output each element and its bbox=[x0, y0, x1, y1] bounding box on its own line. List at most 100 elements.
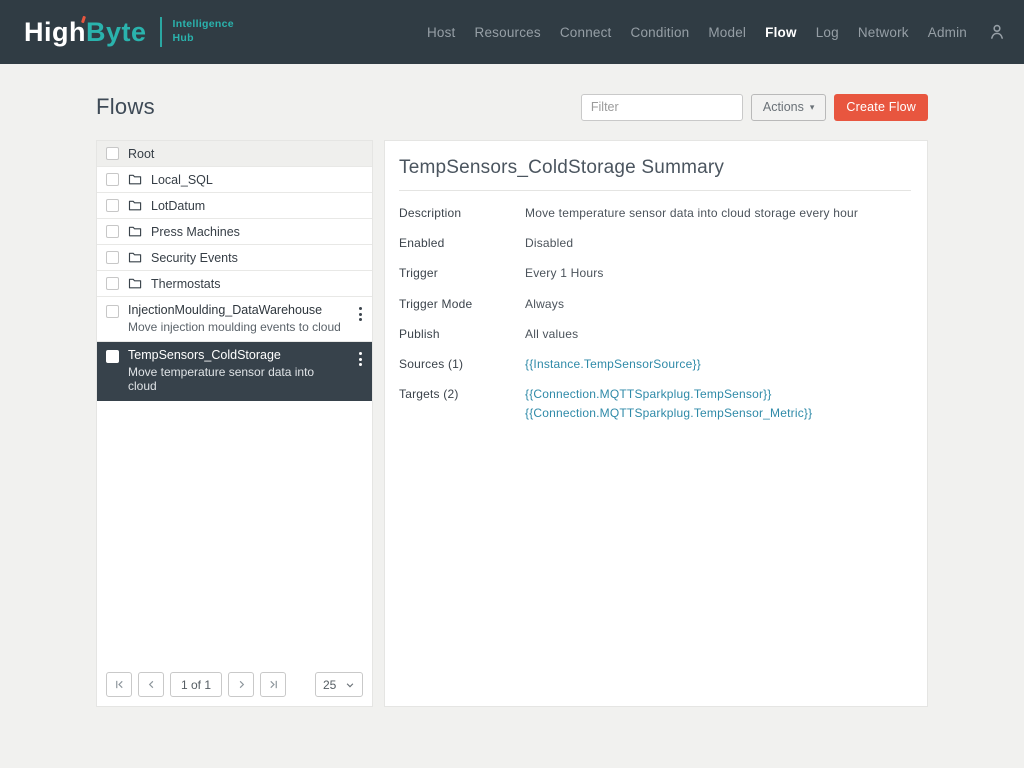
tree-row-root[interactable]: Root bbox=[97, 141, 372, 167]
top-nav: HighByte Intelligence Hub Host Resources C… bbox=[0, 0, 1024, 64]
page-indicator: 1 of 1 bbox=[170, 672, 222, 697]
nav-item-model[interactable]: Model bbox=[708, 25, 746, 40]
folder-checkbox[interactable] bbox=[106, 225, 119, 238]
field-value: {{Connection.MQTTSparkplug.TempSensor}} {… bbox=[525, 386, 812, 421]
tree-row-folder[interactable]: LotDatum bbox=[97, 193, 372, 219]
flow-row[interactable]: TempSensors_ColdStorage Move temperature… bbox=[97, 342, 372, 401]
chevron-left-icon bbox=[146, 679, 157, 690]
kebab-menu-icon[interactable] bbox=[355, 349, 366, 369]
last-page-icon bbox=[268, 679, 279, 690]
flow-checkbox[interactable] bbox=[106, 350, 119, 363]
reference-link[interactable]: {{Instance.TempSensorSource}} bbox=[525, 356, 701, 372]
field-label: Targets (2) bbox=[399, 386, 525, 402]
nav-item-flow[interactable]: Flow bbox=[765, 25, 797, 40]
filter-input[interactable] bbox=[581, 94, 743, 121]
first-page-button[interactable] bbox=[106, 672, 132, 697]
folder-label: Press Machines bbox=[151, 225, 240, 239]
folder-rows: Local_SQL LotDatum Press Machines Securi… bbox=[97, 167, 372, 297]
prev-page-button[interactable] bbox=[138, 672, 164, 697]
summary-field-row: Trigger Every 1 Hours bbox=[399, 265, 911, 281]
flow-name: InjectionMoulding_DataWarehouse bbox=[128, 303, 346, 317]
page-content: Flows Actions ▾ Create Flow Root bbox=[0, 64, 1024, 707]
user-icon bbox=[988, 23, 1006, 41]
page-title: Flows bbox=[96, 94, 155, 120]
kebab-menu-icon[interactable] bbox=[355, 304, 366, 324]
actions-dropdown-button[interactable]: Actions ▾ bbox=[751, 94, 827, 121]
highbyte-logo: HighByte bbox=[24, 17, 147, 48]
field-value: Disabled bbox=[525, 235, 573, 251]
root-checkbox[interactable] bbox=[106, 147, 119, 160]
brand-logo: HighByte Intelligence Hub bbox=[24, 17, 234, 48]
brand-divider bbox=[160, 17, 162, 47]
field-value: {{Instance.TempSensorSource}} bbox=[525, 356, 701, 372]
page-size-value: 25 bbox=[323, 678, 336, 692]
header-controls: Actions ▾ Create Flow bbox=[581, 94, 928, 121]
nav-item-resources[interactable]: Resources bbox=[475, 25, 541, 40]
logo-byte: Byte bbox=[86, 17, 147, 47]
nav-item-admin[interactable]: Admin bbox=[928, 25, 967, 40]
summary-field-row: Enabled Disabled bbox=[399, 235, 911, 251]
nav-item-connect[interactable]: Connect bbox=[560, 25, 612, 40]
tagline-line1: Intelligence bbox=[173, 18, 234, 32]
summary-field-row: Description Move temperature sensor data… bbox=[399, 205, 911, 221]
brand-tagline: Intelligence Hub bbox=[173, 18, 234, 45]
reference-link[interactable]: {{Connection.MQTTSparkplug.TempSensor_Me… bbox=[525, 405, 812, 421]
folder-label: Local_SQL bbox=[151, 173, 213, 187]
flow-checkbox[interactable] bbox=[106, 305, 119, 318]
field-label: Trigger Mode bbox=[399, 296, 525, 312]
nav-menu: Host Resources Connect Condition Model Flow Lo… bbox=[427, 23, 1006, 41]
tree-row-folder[interactable]: Thermostats bbox=[97, 271, 372, 297]
last-page-button[interactable] bbox=[260, 672, 286, 697]
main-area: Root Local_SQL LotDatum Press Machines bbox=[96, 140, 928, 707]
summary-fields: Description Move temperature sensor data… bbox=[399, 205, 911, 422]
flow-texts: InjectionMoulding_DataWarehouse Move inj… bbox=[128, 303, 346, 334]
folder-checkbox[interactable] bbox=[106, 199, 119, 212]
folder-checkbox[interactable] bbox=[106, 277, 119, 290]
user-menu-button[interactable] bbox=[988, 23, 1006, 41]
flow-rows: InjectionMoulding_DataWarehouse Move inj… bbox=[97, 297, 372, 401]
flow-tree: Root Local_SQL LotDatum Press Machines bbox=[97, 141, 372, 664]
nav-item-condition[interactable]: Condition bbox=[631, 25, 690, 40]
flow-description: Move temperature sensor data into cloud bbox=[128, 365, 346, 393]
folder-checkbox[interactable] bbox=[106, 251, 119, 264]
nav-item-host[interactable]: Host bbox=[427, 25, 456, 40]
flow-row[interactable]: InjectionMoulding_DataWarehouse Move inj… bbox=[97, 297, 372, 342]
tree-row-folder[interactable]: Press Machines bbox=[97, 219, 372, 245]
flow-description: Move injection moulding events to cloud bbox=[128, 320, 346, 334]
nav-item-log[interactable]: Log bbox=[816, 25, 839, 40]
logo-high: High bbox=[24, 17, 86, 47]
next-page-button[interactable] bbox=[228, 672, 254, 697]
reference-link[interactable]: {{Connection.MQTTSparkplug.TempSensor}} bbox=[525, 386, 812, 402]
flow-name: TempSensors_ColdStorage bbox=[128, 348, 346, 362]
chevron-down-icon: ▾ bbox=[810, 102, 815, 113]
folder-icon bbox=[128, 173, 142, 186]
page-size-select[interactable]: 25 bbox=[315, 672, 363, 697]
field-label: Description bbox=[399, 205, 525, 221]
chevron-down-icon bbox=[345, 680, 355, 690]
root-label: Root bbox=[128, 147, 154, 161]
folder-label: Thermostats bbox=[151, 277, 220, 291]
pagination-bar: 1 of 1 25 bbox=[97, 664, 372, 706]
field-label: Publish bbox=[399, 326, 525, 342]
field-label: Enabled bbox=[399, 235, 525, 251]
tree-row-folder[interactable]: Security Events bbox=[97, 245, 372, 271]
folder-checkbox[interactable] bbox=[106, 173, 119, 186]
field-value: All values bbox=[525, 326, 578, 342]
actions-label: Actions bbox=[763, 100, 804, 114]
flow-tree-panel: Root Local_SQL LotDatum Press Machines bbox=[96, 140, 373, 707]
first-page-icon bbox=[114, 679, 125, 690]
folder-icon bbox=[128, 225, 142, 238]
tree-row-folder[interactable]: Local_SQL bbox=[97, 167, 372, 193]
folder-label: Security Events bbox=[151, 251, 238, 265]
flow-summary-panel: TempSensors_ColdStorage Summary Descript… bbox=[384, 140, 928, 707]
create-flow-button[interactable]: Create Flow bbox=[834, 94, 928, 121]
tagline-line2: Hub bbox=[173, 32, 234, 46]
field-label: Sources (1) bbox=[399, 356, 525, 372]
folder-icon bbox=[128, 277, 142, 290]
field-value: Every 1 Hours bbox=[525, 265, 604, 281]
chevron-right-icon bbox=[236, 679, 247, 690]
summary-field-row: Publish All values bbox=[399, 326, 911, 342]
nav-item-network[interactable]: Network bbox=[858, 25, 909, 40]
summary-title: TempSensors_ColdStorage Summary bbox=[399, 150, 911, 190]
flow-texts: TempSensors_ColdStorage Move temperature… bbox=[128, 348, 346, 393]
